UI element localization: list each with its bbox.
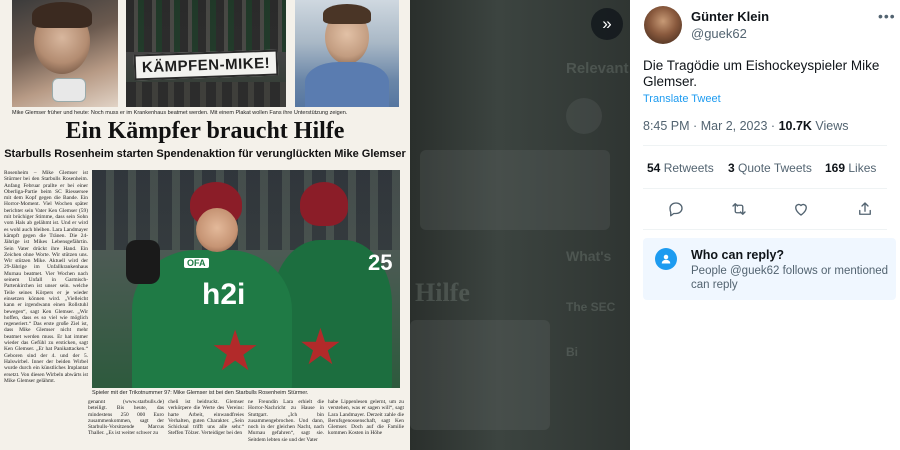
tweet-time[interactable]: 8:45 PM <box>643 119 690 133</box>
newspaper-clipping-image: KÄMPFEN-MIKE! Mike Glemser früher und he… <box>0 0 410 450</box>
ghost-photo <box>410 320 550 430</box>
translate-tweet-link[interactable]: Translate Tweet <box>643 93 721 105</box>
share-icon <box>859 202 871 215</box>
article-column-bottom-1: genannt (www.starbulls.de) beteiligt. Bi… <box>88 399 164 437</box>
likes-stat[interactable]: 169 Likes <box>825 161 876 175</box>
retweets-count: 54 <box>647 161 661 175</box>
like-icon <box>795 203 807 216</box>
views-count: 10.7K <box>778 119 812 133</box>
reply-button[interactable] <box>665 198 687 220</box>
tweet-date[interactable]: Mar 2, 2023 <box>701 119 768 133</box>
ghost-heading-whats: What's <box>566 248 612 264</box>
arena-crowd-shape <box>92 170 400 250</box>
ghost-headline-hilfe: Hilfe <box>415 278 470 307</box>
ghost-avatar <box>566 98 602 134</box>
tweet-meta: 8:45 PM · Mar 2, 2023 · 10.7K Views <box>643 119 849 133</box>
share-button[interactable] <box>854 198 876 220</box>
tweet-detail-panel: Günter Klein @guek62 ••• Die Tragödie um… <box>630 0 900 450</box>
media-viewer: Relevant What's Hilfe The SEC Bi KÄMPFEN… <box>0 0 630 450</box>
star-logo-icon: ★ <box>298 319 343 375</box>
retweet-icon <box>732 203 746 215</box>
hair-shape <box>323 4 371 24</box>
avatar[interactable] <box>644 6 682 44</box>
collapse-panel-button[interactable]: » <box>591 8 623 40</box>
player-face <box>196 208 238 252</box>
article-column-bottom-3: ne Freundin Lara erhielt die Horror-Nach… <box>248 399 324 443</box>
star-logo-icon: ★ <box>210 319 261 382</box>
hospital-photo <box>12 0 118 107</box>
retweet-button[interactable] <box>728 198 750 220</box>
ghost-text-bi: Bi <box>566 345 578 359</box>
hockey-player-photo: OFA h2i 25 ★ ★ <box>92 170 400 388</box>
ghost-heading-relevant: Relevant <box>566 60 629 77</box>
likes-label: Likes <box>848 161 877 175</box>
meta-separator: · <box>770 119 776 133</box>
reply-icon <box>669 202 683 217</box>
portrait-photo <box>295 0 399 107</box>
tweet-text: Die Tragödie um Eishockeyspieler Mike Gl… <box>643 58 880 89</box>
divider <box>643 229 887 230</box>
hair-shape <box>32 2 92 28</box>
article-column-bottom-2: cheli ist beidruckt. Glemser verkörpere … <box>168 399 244 437</box>
divider <box>643 188 887 189</box>
player-glove <box>126 240 160 284</box>
shirt-shape <box>305 62 389 107</box>
photo-caption: Mike Glemser früher und heute: Noch muss… <box>12 110 348 116</box>
meta-separator: · <box>693 119 698 133</box>
reply-restriction-notice: Who can reply? People @guek62 follows or… <box>643 238 896 300</box>
more-dots-icon[interactable]: ••• <box>878 8 896 24</box>
jersey-number: 25 <box>368 250 393 275</box>
quotes-count: 3 <box>728 161 735 175</box>
ghost-text-sec: The SEC <box>566 300 616 314</box>
author-handle[interactable]: @guek62 <box>691 26 747 41</box>
person-icon <box>655 248 677 270</box>
quotes-label: Quote Tweets <box>738 161 812 175</box>
teammate-helmet <box>300 182 348 226</box>
like-button[interactable] <box>790 198 812 220</box>
author-display-name[interactable]: Günter Klein <box>691 9 769 24</box>
jersey-logo: h2i <box>202 278 246 311</box>
article-column-bottom-4: habe Lippenlesen gelernt, um zu verstehe… <box>328 399 404 437</box>
hockey-photo-caption: Spieler mit der Trikotnummer 97: Mike Gl… <box>92 390 309 396</box>
quote-tweets-stat[interactable]: 3 Quote Tweets <box>728 161 812 175</box>
reply-restriction-title: Who can reply? <box>691 248 785 262</box>
double-chevron-right-icon: » <box>602 14 612 33</box>
views-label: Views <box>815 119 849 133</box>
ghost-card <box>420 150 610 230</box>
reply-restriction-description: People @guek62 follows or mentioned can … <box>691 265 889 291</box>
fans-banner-photo: KÄMPFEN-MIKE! <box>126 0 286 107</box>
likes-count: 169 <box>825 161 846 175</box>
crowd-shape <box>126 0 286 52</box>
article-headline: Ein Kämpfer braucht Hilfe <box>65 118 345 144</box>
retweets-label: Retweets <box>663 161 714 175</box>
article-column-left: Rosenheim – Mike Glemser ist Stürmer bei… <box>4 170 88 384</box>
article-subline: Starbulls Rosenheim starten Spendenaktio… <box>4 148 406 160</box>
tube-shape <box>52 78 86 102</box>
crowd-bottom-shape <box>126 82 286 107</box>
divider <box>643 145 887 146</box>
jersey-sponsor: OFA <box>184 258 209 268</box>
blurred-background: Relevant What's Hilfe The SEC Bi <box>410 0 630 450</box>
retweets-stat[interactable]: 54 Retweets <box>647 161 714 175</box>
fan-banner: KÄMPFEN-MIKE! <box>133 49 279 81</box>
